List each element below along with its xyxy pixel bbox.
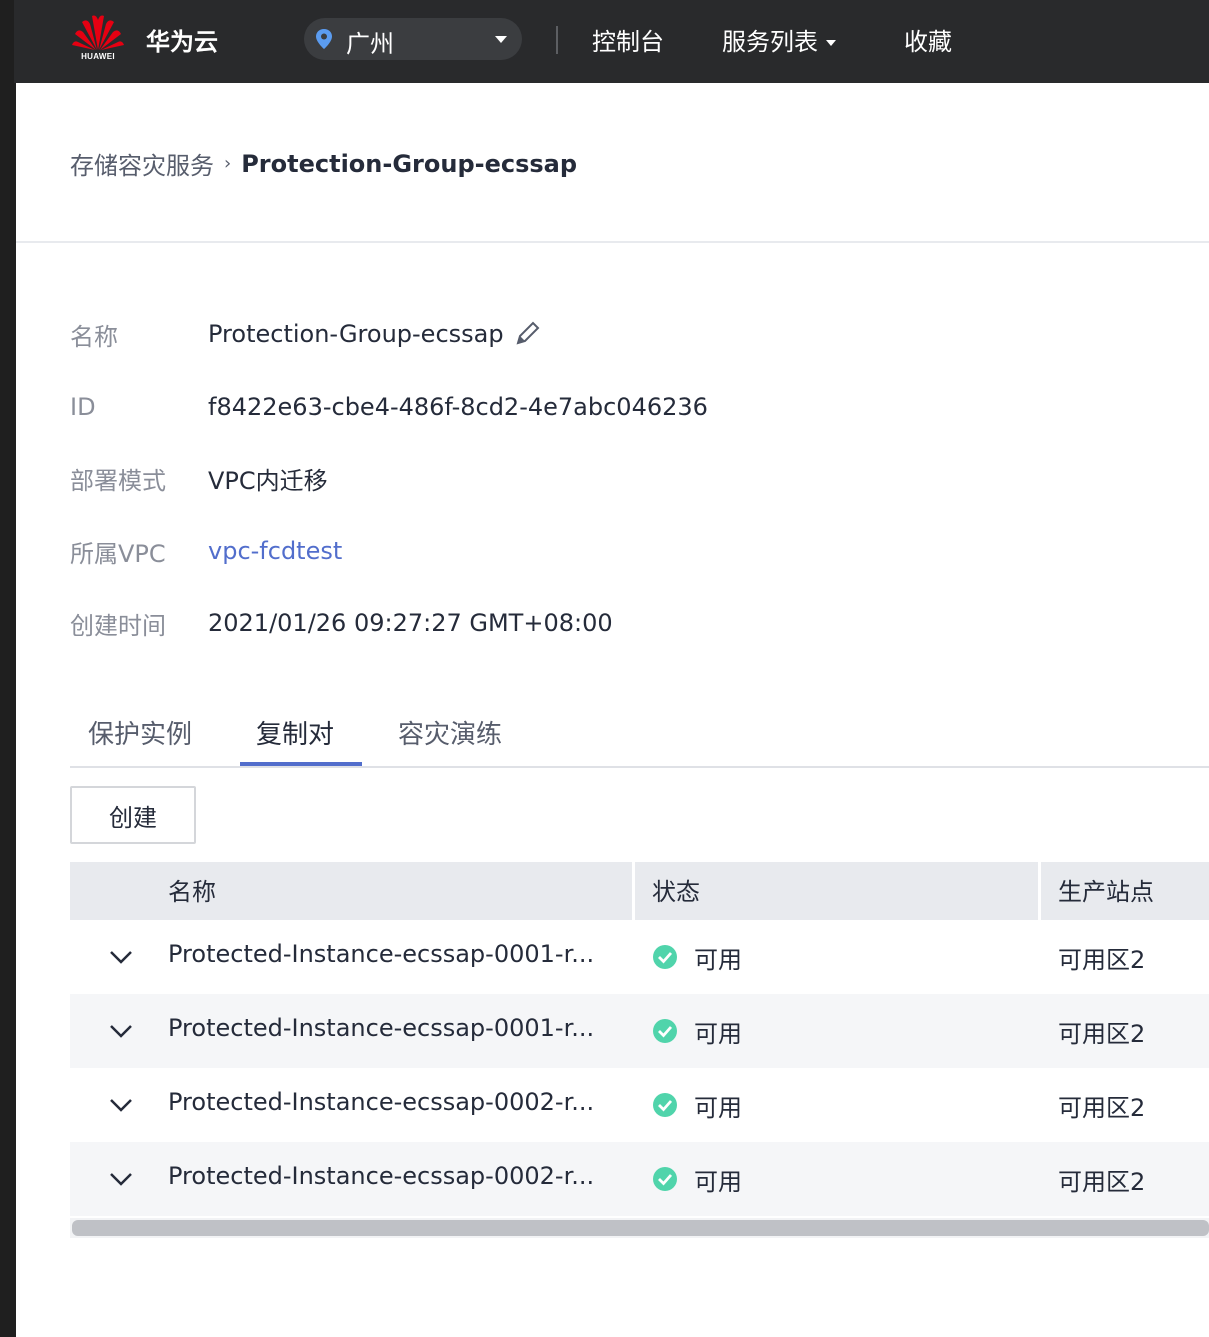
caret-down-icon — [495, 36, 507, 43]
row-production-site: 可用区2 — [1058, 1094, 1146, 1122]
nav-service-list[interactable]: 服务列表 — [722, 22, 838, 57]
detail-name-value: Protection-Group-ecssap — [208, 320, 504, 348]
check-circle-icon — [653, 945, 677, 969]
row-production-site: 可用区2 — [1058, 1168, 1146, 1196]
tab-replication-pairs[interactable]: 复制对 — [256, 714, 334, 766]
check-circle-icon — [653, 1093, 677, 1117]
row-status: 可用 — [694, 946, 742, 974]
create-button[interactable]: 创建 — [70, 786, 196, 844]
breadcrumb-separator: › — [224, 153, 232, 174]
detail-mode-value: VPC内迁移 — [208, 466, 328, 495]
breadcrumb-parent-link[interactable]: 存储容灾服务 — [70, 146, 214, 181]
check-circle-icon — [653, 1019, 677, 1043]
table-row: Protected-Instance-ecssap-0002-r... 可用 可… — [70, 1068, 1209, 1142]
table-row: Protected-Instance-ecssap-0001-r... 可用 可… — [70, 920, 1209, 994]
row-status: 可用 — [694, 1020, 742, 1048]
nav-favorites[interactable]: 收藏 — [904, 22, 952, 57]
row-name[interactable]: Protected-Instance-ecssap-0001-r... — [168, 940, 594, 968]
chevron-down-icon[interactable] — [108, 1096, 134, 1114]
detail-created-label: 创建时间 — [70, 611, 166, 640]
detail-tabs: 保护实例 复制对 容灾演练 — [70, 696, 1209, 768]
detail-vpc-row: 所属VPC vpc-fcdtest — [70, 533, 342, 569]
table-header: 名称 状态 生产站点 — [70, 862, 1209, 920]
tab-protected-instances[interactable]: 保护实例 — [88, 714, 192, 766]
scrollbar-thumb[interactable] — [72, 1220, 1209, 1236]
table-row: Protected-Instance-ecssap-0001-r... 可用 可… — [70, 994, 1209, 1068]
huawei-logo-icon — [72, 15, 124, 50]
tab-dr-drills[interactable]: 容灾演练 — [398, 714, 502, 766]
breadcrumb: 存储容灾服务 › Protection-Group-ecssap — [70, 146, 577, 181]
vpc-link[interactable]: vpc-fcdtest — [208, 537, 342, 565]
detail-id-label: ID — [70, 393, 96, 421]
region-selector[interactable]: 广州 — [304, 18, 522, 60]
row-production-site: 可用区2 — [1058, 1020, 1146, 1048]
pencil-icon[interactable] — [512, 319, 542, 349]
column-header-name[interactable]: 名称 — [168, 872, 216, 907]
chevron-down-icon[interactable] — [108, 1170, 134, 1188]
row-status: 可用 — [694, 1168, 742, 1196]
column-header-production-site[interactable]: 生产站点 — [1058, 872, 1154, 907]
header-divider — [16, 241, 1209, 243]
row-status: 可用 — [694, 1094, 742, 1122]
row-name[interactable]: Protected-Instance-ecssap-0002-r... — [168, 1088, 594, 1116]
detail-name-label: 名称 — [70, 322, 118, 351]
top-navigation-bar: HUAWEI 华为云 广州 控制台 服务列表 收藏 — [14, 0, 1209, 83]
huawei-logo[interactable]: HUAWEI — [72, 12, 124, 66]
brand-name[interactable]: 华为云 — [146, 22, 218, 57]
detail-mode-label: 部署模式 — [70, 466, 166, 495]
column-header-status[interactable]: 状态 — [652, 872, 700, 907]
breadcrumb-current: Protection-Group-ecssap — [241, 149, 578, 178]
column-separator — [1038, 862, 1041, 920]
table-row: Protected-Instance-ecssap-0002-r... 可用 可… — [70, 1142, 1209, 1216]
detail-id-value: f8422e63-cbe4-486f-8cd2-4e7abc046236 — [208, 393, 708, 421]
detail-created-row: 创建时间 2021/01/26 09:27:27 GMT+08:00 — [70, 605, 613, 641]
detail-name-row: 名称 Protection-Group-ecssap — [70, 316, 542, 352]
left-window-edge — [0, 0, 16, 1337]
caret-down-icon — [826, 40, 836, 46]
chevron-down-icon[interactable] — [108, 948, 134, 966]
detail-name-value-wrap: Protection-Group-ecssap — [208, 319, 542, 349]
detail-mode-row: 部署模式 VPC内迁移 — [70, 460, 328, 496]
nav-service-list-label: 服务列表 — [722, 28, 818, 56]
row-name[interactable]: Protected-Instance-ecssap-0002-r... — [168, 1162, 594, 1190]
huawei-logo-text: HUAWEI — [81, 52, 115, 61]
check-circle-icon — [653, 1167, 677, 1191]
nav-divider — [556, 26, 558, 54]
active-tab-indicator — [240, 762, 362, 766]
detail-id-row: ID f8422e63-cbe4-486f-8cd2-4e7abc046236 — [70, 389, 708, 425]
nav-console[interactable]: 控制台 — [592, 22, 664, 57]
detail-created-value: 2021/01/26 09:27:27 GMT+08:00 — [208, 609, 613, 637]
region-label: 广州 — [346, 30, 394, 58]
row-name[interactable]: Protected-Instance-ecssap-0001-r... — [168, 1014, 594, 1042]
detail-vpc-label: 所属VPC — [70, 539, 166, 568]
replication-pairs-table: 名称 状态 生产站点 Protected-Instance-ecssap-000… — [70, 862, 1209, 1216]
row-production-site: 可用区2 — [1058, 946, 1146, 974]
column-separator — [632, 862, 635, 920]
horizontal-scrollbar[interactable] — [70, 1218, 1209, 1238]
chevron-down-icon[interactable] — [108, 1022, 134, 1040]
location-pin-icon — [316, 29, 332, 49]
